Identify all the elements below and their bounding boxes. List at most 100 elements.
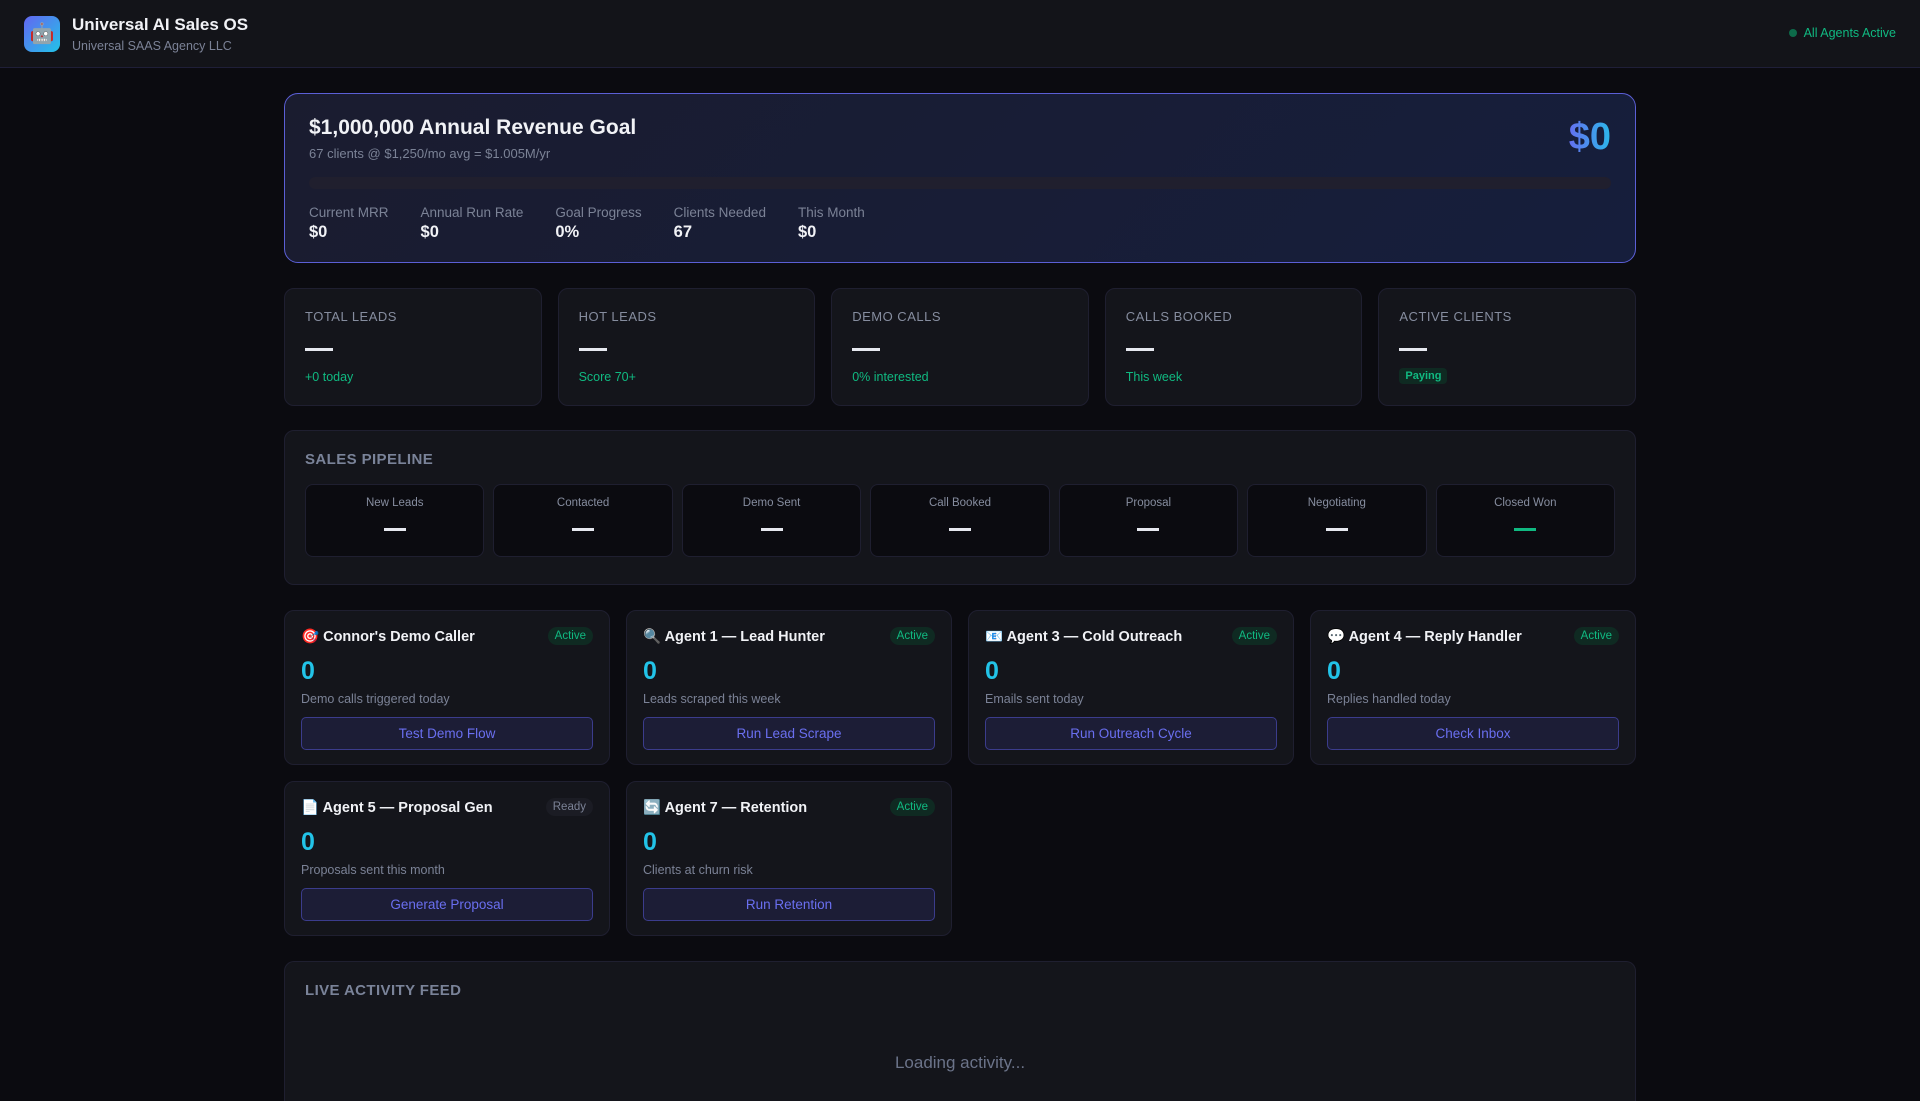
agent-name-label: Agent 3 — Cold Outreach bbox=[1006, 628, 1183, 645]
pipeline-stage[interactable]: Proposal bbox=[1058, 484, 1239, 557]
stat-card: HOT LEADS Score 70+ bbox=[557, 288, 816, 406]
app-title: Universal AI Sales OS bbox=[72, 14, 249, 34]
stat-subtext: Score 70+ bbox=[578, 370, 636, 384]
status-dot-icon bbox=[1788, 29, 1797, 37]
agents-status-label: All Agents Active bbox=[1803, 26, 1896, 40]
stat-subtext: +0 today bbox=[305, 370, 354, 384]
pipeline-title: SALES PIPELINE bbox=[305, 451, 434, 468]
revenue-stat-value: $0 bbox=[420, 223, 439, 241]
agent-metric-value: 0 bbox=[643, 828, 657, 856]
revenue-stat-value: 67 bbox=[673, 223, 692, 241]
stat-subtext: 0% interested bbox=[852, 370, 929, 384]
stage-label: Closed Won bbox=[1494, 497, 1557, 509]
agent-metric-value: 0 bbox=[301, 828, 315, 856]
agent-icon: 🔍 bbox=[643, 628, 662, 645]
agent-status-badge: Active bbox=[1231, 627, 1277, 645]
sales-pipeline: SALES PIPELINE New Leads Contacted Demo Se… bbox=[284, 430, 1636, 585]
pipeline-stage[interactable]: Call Booked bbox=[870, 484, 1050, 557]
stage-value-empty bbox=[383, 528, 406, 531]
goal-progress-bar bbox=[309, 177, 1611, 189]
agent-metric-desc: Leads scraped this week bbox=[643, 692, 781, 706]
stat-card: TOTAL LEADS +0 today bbox=[284, 288, 542, 406]
agent-metric-desc: Demo calls triggered today bbox=[301, 692, 450, 706]
agent-icon: 💬 bbox=[1327, 628, 1346, 645]
agent-name-label: Agent 1 — Lead Hunter bbox=[664, 628, 825, 645]
agent-name: 🎯 Connor's Demo Caller bbox=[301, 628, 475, 645]
stat-value-empty bbox=[1125, 348, 1154, 351]
agent-name: 📧 Agent 3 — Cold Outreach bbox=[985, 628, 1182, 645]
revenue-stat: Current MRR $0 bbox=[309, 205, 389, 242]
stage-label: Demo Sent bbox=[742, 497, 801, 509]
stat-value-empty bbox=[578, 348, 607, 351]
pipeline-stage[interactable]: Contacted bbox=[493, 484, 673, 557]
stat-card: CALLS BOOKED This week bbox=[1104, 288, 1363, 406]
agent-icon: 🎯 bbox=[301, 628, 320, 645]
pipeline-stage[interactable]: Closed Won bbox=[1435, 484, 1615, 557]
revenue-stat-label: Clients Needed bbox=[673, 205, 766, 220]
pipeline-stage[interactable]: Demo Sent bbox=[681, 484, 862, 557]
live-activity-feed: LIVE ACTIVITY FEED Loading activity... bbox=[284, 961, 1636, 1101]
stat-label: CALLS BOOKED bbox=[1125, 309, 1233, 324]
revenue-stat: Goal Progress 0% bbox=[555, 205, 641, 242]
revenue-stat-label: Current MRR bbox=[309, 205, 389, 220]
revenue-goal-card: $1,000,000 Annual Revenue Goal 67 client… bbox=[284, 93, 1636, 263]
stat-label: ACTIVE CLIENTS bbox=[1399, 309, 1512, 324]
agent-status-badge: Active bbox=[547, 627, 593, 645]
stage-label: Negotiating bbox=[1307, 497, 1366, 509]
agent-name: 🔍 Agent 1 — Lead Hunter bbox=[643, 628, 825, 645]
agent-metric-desc: Proposals sent this month bbox=[301, 863, 445, 877]
revenue-stat: Clients Needed 67 bbox=[674, 205, 766, 242]
stage-label: Contacted bbox=[556, 497, 610, 509]
stage-label: New Leads bbox=[365, 497, 424, 509]
robot-logo-icon: 🤖 bbox=[24, 15, 60, 52]
revenue-total: $0 bbox=[1568, 116, 1611, 158]
pipeline-stage[interactable]: Negotiating bbox=[1247, 484, 1427, 557]
revenue-stat-label: This Month bbox=[797, 205, 865, 220]
agent-name: 🔄 Agent 7 — Retention bbox=[643, 799, 807, 816]
stat-card: DEMO CALLS 0% interested bbox=[831, 288, 1089, 406]
agent-action-button[interactable]: Run Lead Scrape bbox=[643, 717, 935, 750]
agent-metric-desc: Emails sent today bbox=[985, 692, 1084, 706]
stat-label: DEMO CALLS bbox=[852, 309, 941, 324]
stage-value-empty bbox=[1514, 528, 1537, 531]
stat-value-empty bbox=[1399, 348, 1428, 351]
stat-value-empty bbox=[852, 348, 881, 351]
agent-name-label: Agent 7 — Retention bbox=[664, 799, 808, 816]
agent-card: 💬 Agent 4 — Reply Handler Active 0 Replies … bbox=[1310, 610, 1636, 765]
agent-action-button[interactable]: Check Inbox bbox=[1327, 717, 1619, 750]
revenue-stat-value: $0 bbox=[309, 223, 328, 241]
agent-status-badge: Active bbox=[889, 798, 935, 816]
app-subtitle: Universal SAAS Agency LLC bbox=[72, 38, 232, 53]
revenue-stat-label: Annual Run Rate bbox=[420, 205, 524, 220]
stage-value-empty bbox=[572, 528, 595, 531]
agent-name: 📄 Agent 5 — Proposal Gen bbox=[301, 799, 493, 816]
stage-label: Call Booked bbox=[928, 497, 991, 509]
agent-name: 💬 Agent 4 — Reply Handler bbox=[1327, 628, 1522, 645]
agent-status-badge: Active bbox=[1573, 627, 1619, 645]
agent-card: 🔄 Agent 7 — Retention Active 0 Clients at c… bbox=[626, 781, 952, 936]
stage-value-empty bbox=[1137, 528, 1160, 531]
stage-label: Proposal bbox=[1125, 497, 1172, 509]
agent-icon: 🔄 bbox=[643, 799, 662, 816]
agent-card: 🎯 Connor's Demo Caller Active 0 Demo calls … bbox=[284, 610, 610, 765]
agent-metric-desc: Replies handled today bbox=[1327, 692, 1451, 706]
agent-metric-value: 0 bbox=[985, 657, 999, 685]
agent-action-button[interactable]: Generate Proposal bbox=[301, 888, 593, 921]
revenue-stat-label: Goal Progress bbox=[555, 205, 642, 220]
pipeline-stage[interactable]: New Leads bbox=[305, 484, 485, 557]
stage-value-empty bbox=[1325, 528, 1348, 531]
agent-action-button[interactable]: Test Demo Flow bbox=[301, 717, 593, 750]
agent-metric-value: 0 bbox=[301, 657, 315, 685]
revenue-stat-value: $0 bbox=[797, 223, 817, 241]
feed-title: LIVE ACTIVITY FEED bbox=[305, 982, 462, 999]
revenue-stat-value: 0% bbox=[555, 223, 580, 241]
main-content: $1,000,000 Annual Revenue Goal 67 client… bbox=[284, 93, 1636, 1101]
agent-action-button[interactable]: Run Retention bbox=[643, 888, 935, 921]
agent-metric-value: 0 bbox=[1327, 657, 1341, 685]
agent-action-button[interactable]: Run Outreach Cycle bbox=[985, 717, 1277, 750]
stage-value-empty bbox=[760, 528, 783, 531]
stat-label: TOTAL LEADS bbox=[305, 309, 397, 324]
stat-label: HOT LEADS bbox=[578, 309, 657, 324]
stat-card: ACTIVE CLIENTS Paying bbox=[1378, 288, 1636, 406]
feed-loading-text: Loading activity... bbox=[894, 1053, 1026, 1072]
